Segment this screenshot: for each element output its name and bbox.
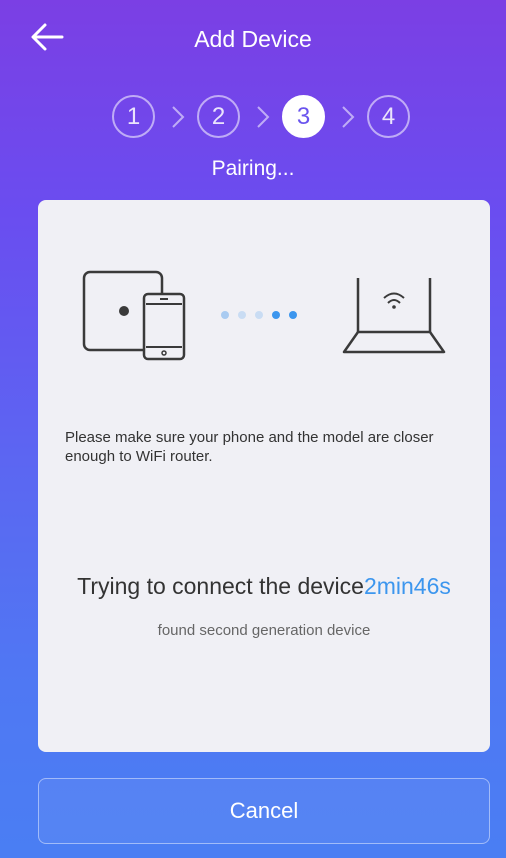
step-1: 1 [112,95,155,138]
step-4: 4 [367,95,410,138]
found-device-text: found second generation device [157,622,371,639]
pairing-status: Pairing... [211,157,295,180]
header: Add Device [0,0,506,80]
progress-dots [221,311,311,321]
chevron-right-icon [257,106,270,128]
cancel-button[interactable]: Cancel [38,778,490,844]
device-and-phone-icon [82,270,186,361]
progress-dot [238,311,246,319]
wifi-router-icon [342,278,446,354]
progress-dot [272,311,280,319]
step-indicator: 1 2 3 4 [0,95,506,139]
progress-dot [221,311,229,319]
placement-hint: Please make sure your phone and the mode… [65,429,434,465]
connect-status: Trying to connect the device2min46s [38,573,490,600]
connect-status-text: Trying to connect the device [77,573,364,599]
chevron-right-icon [172,106,185,128]
countdown-timer: 2min46s [363,573,451,599]
step-2: 2 [197,95,240,138]
pairing-card: Please make sure your phone and the mode… [38,200,490,752]
chevron-right-icon [342,106,355,128]
page-title: Add Device [194,26,312,52]
progress-dot [289,311,297,319]
step-3-active: 3 [282,95,325,138]
progress-dot [255,311,263,319]
